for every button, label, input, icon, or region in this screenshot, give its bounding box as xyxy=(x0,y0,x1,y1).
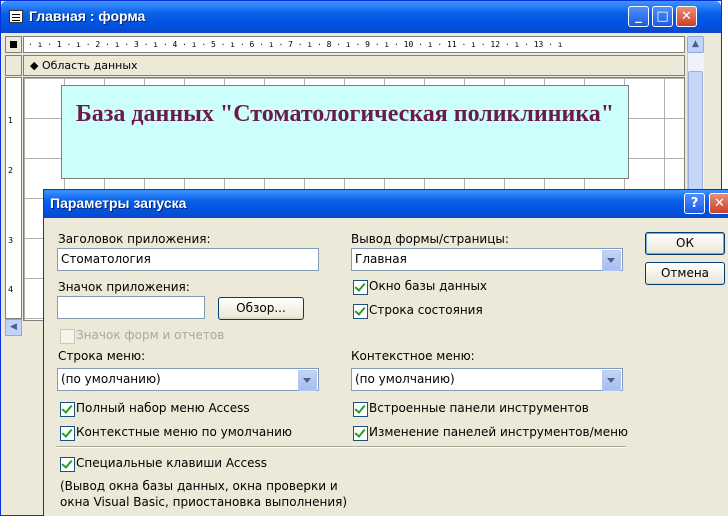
checkbox-box[interactable] xyxy=(60,329,75,344)
shortcut-menu-label: Контекстное меню: xyxy=(351,349,475,363)
status-bar-checkbox[interactable]: Строка состояния xyxy=(353,303,553,319)
ok-button[interactable]: ОК xyxy=(645,232,725,255)
full-menus-checkbox[interactable]: Полный набор меню Access xyxy=(60,401,320,417)
close-button[interactable]: ✕ xyxy=(676,6,697,27)
db-window-checkbox[interactable]: Окно базы данных xyxy=(353,279,553,295)
toolbar-changes-label: Изменение панелей инструментов/меню xyxy=(369,425,629,439)
form-selector[interactable] xyxy=(5,36,22,53)
checkbox-box[interactable] xyxy=(353,426,368,441)
v-ruler-mark: 3 xyxy=(8,236,14,245)
display-form-select[interactable]: Главная xyxy=(351,248,623,271)
help-button[interactable]: ? xyxy=(684,193,705,214)
scrollbar-thumb[interactable] xyxy=(688,71,703,191)
checkbox-box[interactable] xyxy=(353,402,368,417)
section-bar-detail[interactable]: ◆ Область данных xyxy=(23,55,685,76)
dialog-titlebar[interactable]: Параметры запуска ? ✕ xyxy=(44,190,728,218)
menu-bar-select[interactable]: (по умолчанию) xyxy=(57,368,319,391)
display-form-label: Вывод формы/страницы: xyxy=(351,232,509,246)
minimize-button[interactable]: _ xyxy=(628,6,649,27)
chevron-down-icon[interactable] xyxy=(298,370,317,391)
builtin-toolbars-label: Встроенные панели инструментов xyxy=(369,401,589,415)
special-keys-label: Специальные клавиши Access xyxy=(76,456,268,470)
default-shortcut-menus-checkbox[interactable]: Контекстные меню по умолчанию xyxy=(60,425,320,441)
scroll-left-button[interactable]: ◀ xyxy=(5,319,22,336)
menu-bar-value: (по умолчанию) xyxy=(61,372,161,386)
app-title-label: Заголовок приложения: xyxy=(58,232,211,246)
section-header-row: ◆ Область данных xyxy=(5,55,685,76)
v-ruler-mark: 4 xyxy=(8,285,14,294)
special-keys-checkbox[interactable]: Специальные клавиши Access xyxy=(60,456,320,472)
icon-forms-reports-label: Значок форм и отчетов xyxy=(76,328,225,342)
v-ruler-mark: 2 xyxy=(8,166,14,175)
menu-bar-label: Строка меню: xyxy=(58,349,146,363)
form-titlebar[interactable]: Главная : форма _ □ ✕ xyxy=(1,1,721,33)
full-menus-label: Полный набор меню Access xyxy=(76,401,250,415)
vertical-ruler: 1 2 3 4 xyxy=(5,77,22,319)
checkbox-box[interactable] xyxy=(60,426,75,441)
browse-button[interactable]: Обзор... xyxy=(218,297,304,320)
toolbar-changes-checkbox[interactable]: Изменение панелей инструментов/меню xyxy=(353,425,633,441)
maximize-button[interactable]: □ xyxy=(652,6,673,27)
startup-dialog: Параметры запуска ? ✕ Заголовок приложен… xyxy=(43,189,728,516)
checkbox-box[interactable] xyxy=(353,280,368,295)
chevron-down-icon[interactable] xyxy=(602,370,621,391)
icon-forms-reports-checkbox[interactable]: Значок форм и отчетов xyxy=(60,328,260,344)
builtin-toolbars-checkbox[interactable]: Встроенные панели инструментов xyxy=(353,401,633,417)
app-icon-input[interactable] xyxy=(57,296,205,319)
form-title: Главная : форма xyxy=(29,8,146,24)
scroll-up-button[interactable]: ▲ xyxy=(687,36,704,53)
shortcut-menu-select[interactable]: (по умолчанию) xyxy=(351,368,623,391)
checkbox-box[interactable] xyxy=(353,304,368,319)
dialog-title: Параметры запуска xyxy=(50,195,187,211)
special-keys-note-line2: окна Visual Basic, приостановка выполнен… xyxy=(60,495,348,509)
chevron-down-icon[interactable] xyxy=(602,250,621,271)
app-title-input[interactable]: Стоматология xyxy=(57,248,319,271)
cancel-button[interactable]: Отмена xyxy=(645,262,725,285)
default-shortcut-menus-label: Контекстные меню по умолчанию xyxy=(76,425,292,439)
special-keys-note-line1: (Вывод окна базы данных, окна проверки и xyxy=(60,479,338,493)
separator xyxy=(56,446,626,448)
v-ruler-mark: 1 xyxy=(8,116,14,125)
horizontal-ruler: · ı · 1 · ı · 2 · ı · 3 · ı · 4 · ı · 5 … xyxy=(23,36,685,53)
shortcut-menu-value: (по умолчанию) xyxy=(355,372,455,386)
db-window-label: Окно базы данных xyxy=(369,279,488,293)
form-icon xyxy=(9,10,23,23)
status-bar-label: Строка состояния xyxy=(369,303,483,317)
dialog-close-button[interactable]: ✕ xyxy=(709,193,728,214)
app-icon-label: Значок приложения: xyxy=(58,280,190,294)
checkbox-box[interactable] xyxy=(60,457,75,472)
form-title-label[interactable]: База данных "Стоматологическая поликлини… xyxy=(61,85,629,179)
display-form-value: Главная xyxy=(355,252,407,266)
section-selector[interactable] xyxy=(5,55,22,76)
checkbox-box[interactable] xyxy=(60,402,75,417)
